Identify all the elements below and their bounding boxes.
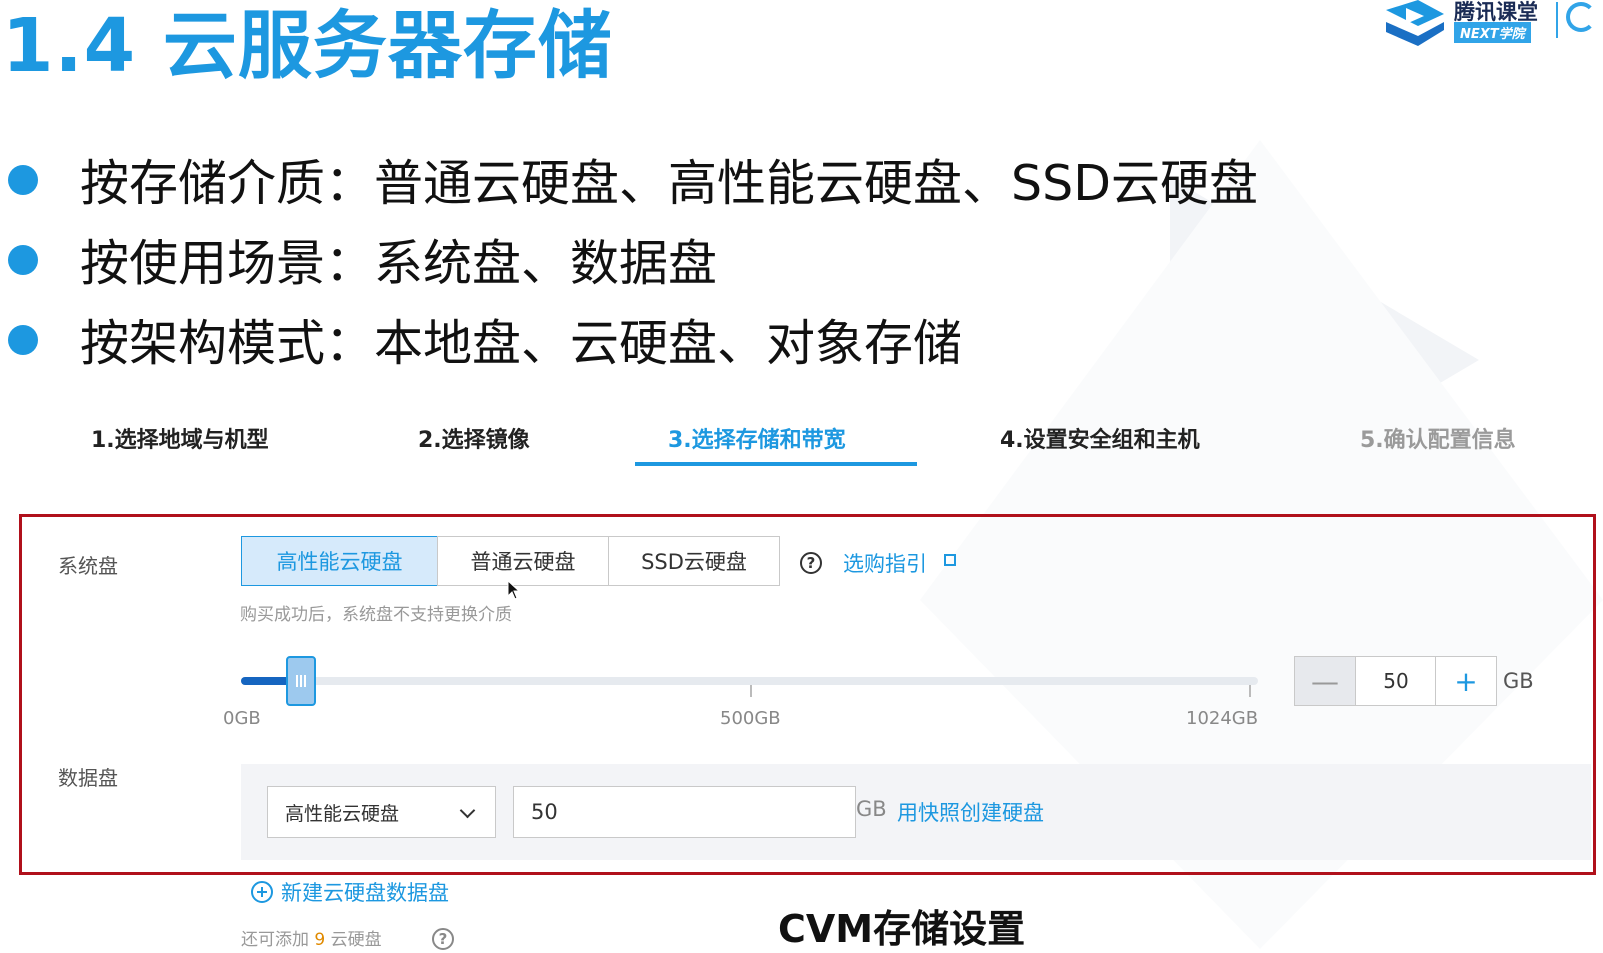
external-link-icon xyxy=(944,554,956,566)
slider-tick-mid xyxy=(750,685,752,697)
system-disk-label: 系统盘 xyxy=(58,554,118,578)
slider-mid-label: 500GB xyxy=(720,708,781,729)
help-icon[interactable]: ? xyxy=(432,928,454,950)
bullet-text: 按架构模式：本地盘、云硬盘、对象存储 xyxy=(80,315,963,372)
bullet-item: 按使用场景：系统盘、数据盘 xyxy=(0,220,1300,292)
slider-max-label: 1024GB xyxy=(1186,708,1259,729)
logo-partner-icon xyxy=(1566,2,1596,32)
bullet-dot-icon xyxy=(8,325,38,355)
data-disk-type-value: 高性能云硬盘 xyxy=(285,802,400,825)
help-icon[interactable]: ? xyxy=(800,552,822,574)
disk-type-basic-button[interactable]: 普通云硬盘 xyxy=(437,536,609,586)
logo-subtitle: NEXT学院 xyxy=(1454,22,1531,43)
mouse-cursor-icon xyxy=(507,580,521,600)
bullet-dot-icon xyxy=(8,165,38,195)
data-disk-size-input[interactable] xyxy=(513,786,856,838)
bullet-dot-icon xyxy=(8,245,38,275)
remain-prefix: 还可添加 xyxy=(241,930,309,950)
disk-type-ssd-button[interactable]: SSD云硬盘 xyxy=(608,536,780,586)
increase-size-button[interactable]: + xyxy=(1435,656,1497,706)
grip-icon xyxy=(296,675,306,687)
disk-type-premium-button[interactable]: 高性能云硬盘 xyxy=(241,536,438,586)
create-from-snapshot-link[interactable]: 用快照创建硬盘 xyxy=(897,797,1044,827)
tencent-classroom-logo: 腾讯课堂 NEXT学院 xyxy=(1378,0,1603,48)
remain-suffix: 云硬盘 xyxy=(330,930,382,950)
remain-count: 9 xyxy=(314,930,326,950)
step-region-instance[interactable]: 1.选择地域与机型 xyxy=(91,422,269,454)
data-disk-unit: GB xyxy=(856,797,887,821)
data-disk-type-select[interactable]: 高性能云硬盘 xyxy=(267,786,496,838)
active-step-underline xyxy=(635,462,917,466)
step-confirm[interactable]: 5.确认配置信息 xyxy=(1360,422,1516,454)
add-data-disk-label: 新建云硬盘数据盘 xyxy=(281,881,449,905)
logo-separator xyxy=(1556,2,1558,38)
data-disk-label: 数据盘 xyxy=(58,766,118,790)
bullet-item: 按存储介质：普通云硬盘、高性能云硬盘、SSD云硬盘 xyxy=(0,140,1300,212)
bullet-text: 按存储介质：普通云硬盘、高性能云硬盘、SSD云硬盘 xyxy=(80,155,1258,212)
wizard-steps: 1.选择地域与机型 2.选择镜像 3.选择存储和带宽 4.设置安全组和主机 5.… xyxy=(0,418,1603,470)
logo-mark-icon xyxy=(1386,0,1444,46)
disk-size-slider-track[interactable] xyxy=(241,677,1258,685)
step-security-host[interactable]: 4.设置安全组和主机 xyxy=(1000,422,1200,454)
add-data-disk-button[interactable]: 新建云硬盘数据盘 xyxy=(251,877,449,907)
slide-caption: CVM存储设置 xyxy=(778,907,1026,951)
slider-min-label: 0GB xyxy=(223,708,261,729)
purchase-guide-link[interactable]: 选购指引 xyxy=(843,548,927,578)
chevron-down-icon xyxy=(459,802,476,819)
system-disk-size-input[interactable]: 50 xyxy=(1356,656,1436,706)
system-disk-hint: 购买成功后，系统盘不支持更换介质 xyxy=(240,605,512,625)
bullet-text: 按使用场景：系统盘、数据盘 xyxy=(80,235,718,292)
step-image[interactable]: 2.选择镜像 xyxy=(418,422,530,454)
slider-tick-max xyxy=(1249,685,1251,697)
disk-size-slider-handle[interactable] xyxy=(286,656,316,706)
remaining-disks-text: 还可添加 9 云硬盘 xyxy=(241,925,382,950)
system-disk-unit: GB xyxy=(1503,669,1534,693)
plus-circle-icon xyxy=(251,881,273,903)
step-storage-bandwidth[interactable]: 3.选择存储和带宽 xyxy=(668,422,846,454)
bullet-item: 按架构模式：本地盘、云硬盘、对象存储 xyxy=(0,300,1300,372)
decrease-size-button[interactable]: — xyxy=(1294,656,1356,706)
slide-title: 1.4 云服务器存储 xyxy=(2,3,613,89)
